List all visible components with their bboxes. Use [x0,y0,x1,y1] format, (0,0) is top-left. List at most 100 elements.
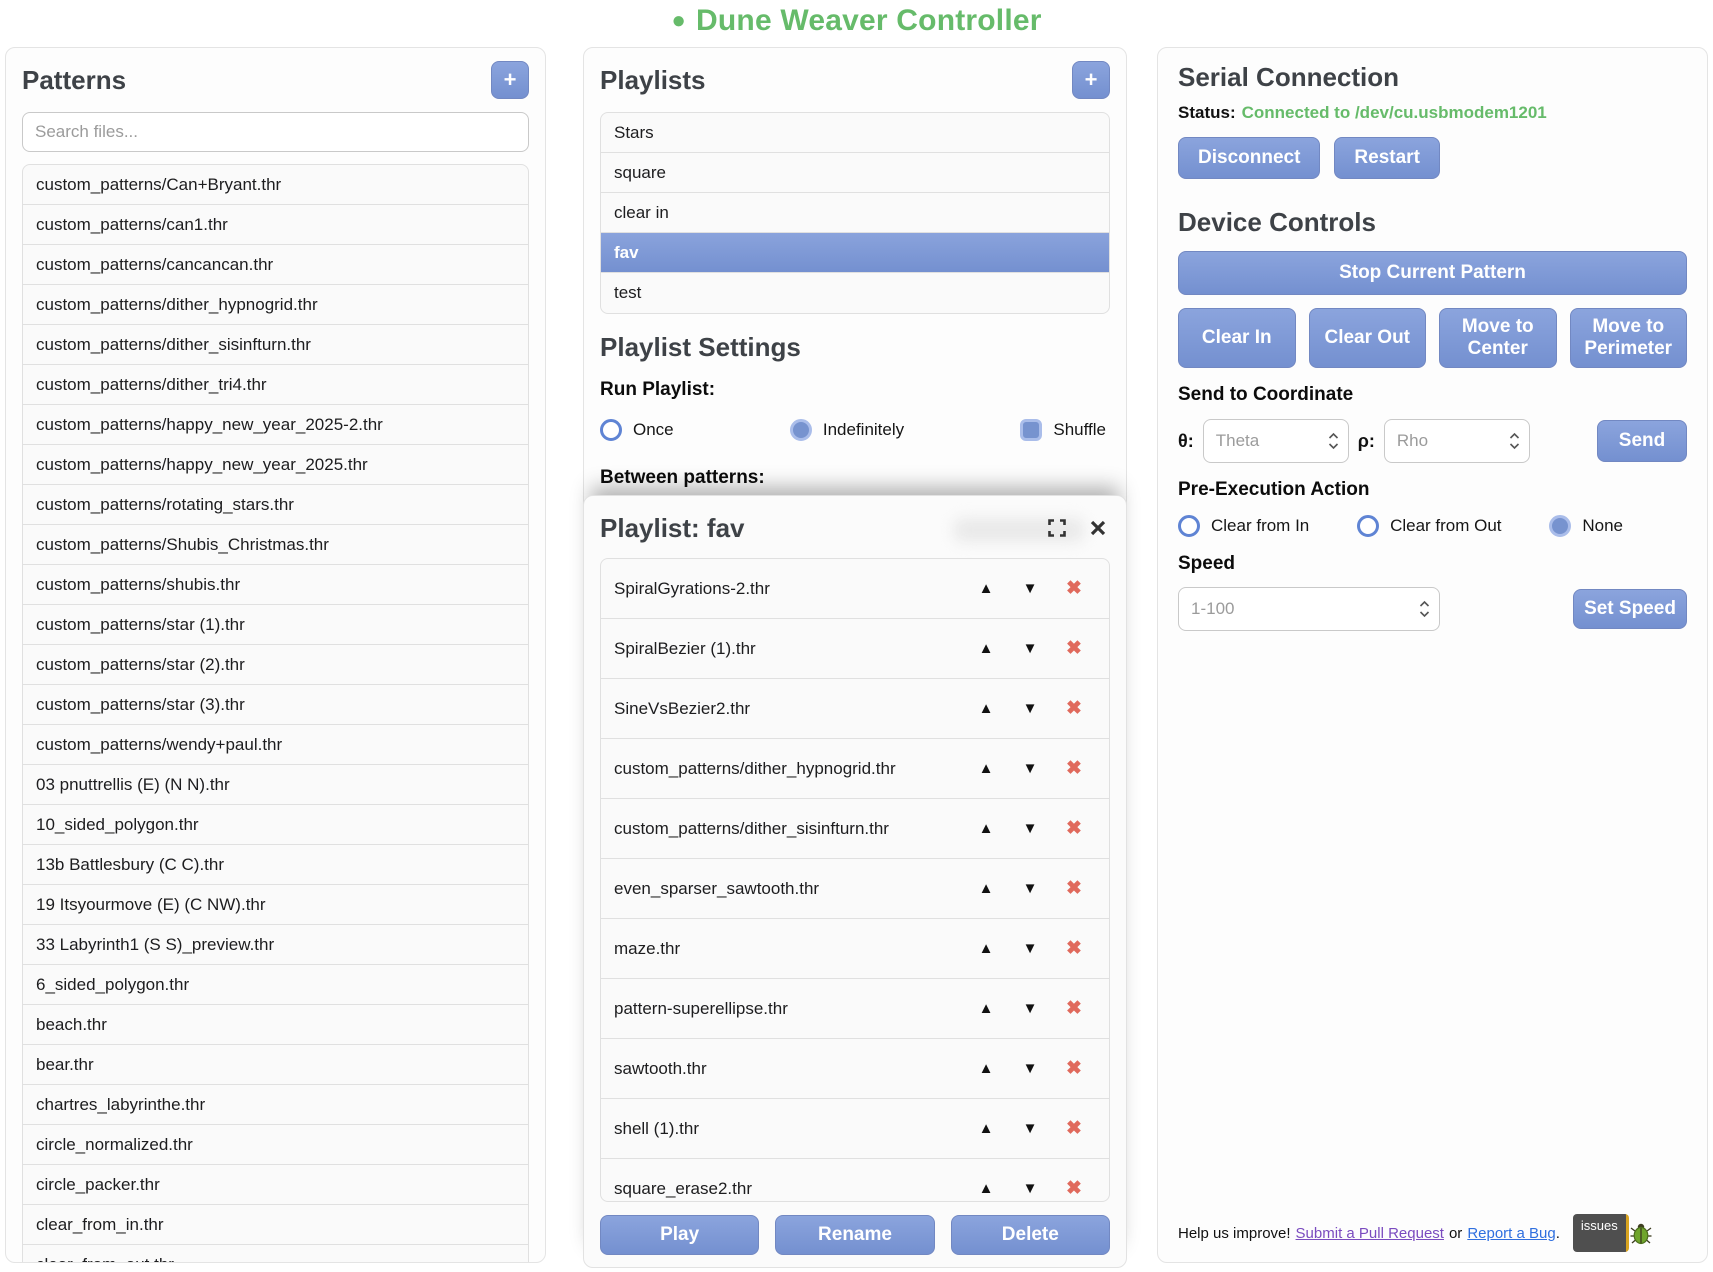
playlist-row[interactable]: fav [601,233,1109,273]
search-input[interactable] [22,112,529,152]
pattern-file-row[interactable]: custom_patterns/happy_new_year_2025-2.th… [23,405,528,445]
playlist-row[interactable]: square [601,153,1109,193]
playlist-item-row[interactable]: maze.thr ▲ ▼ ✖ [601,919,1109,979]
playlist-item-row[interactable]: pattern-superellipse.thr ▲ ▼ ✖ [601,979,1109,1039]
move-to-perimeter-button[interactable]: Move to Perimeter [1570,308,1688,368]
theta-stepper[interactable] [1328,433,1339,450]
radio-checked-icon[interactable] [1549,515,1571,537]
rho-stepper[interactable] [1509,433,1520,450]
playlist-item-row[interactable]: SineVsBezier2.thr ▲ ▼ ✖ [601,679,1109,739]
radio-unchecked-icon[interactable] [1178,515,1200,537]
pattern-file-row[interactable]: circle_packer.thr [23,1165,528,1205]
clear-from-in-option[interactable]: Clear from In [1178,515,1309,537]
playlist-row[interactable]: clear in [601,193,1109,233]
rename-button[interactable]: Rename [775,1215,934,1255]
pattern-file-row[interactable]: custom_patterns/dither_tri4.thr [23,365,528,405]
speed-stepper[interactable] [1419,601,1430,618]
radio-checked-icon[interactable] [790,419,812,441]
run-indefinitely-option[interactable]: Indefinitely [790,419,904,441]
shuffle-option[interactable]: Shuffle [1020,419,1106,441]
checkbox-checked-icon[interactable] [1020,419,1042,441]
move-up-button[interactable]: ▲ [964,879,1008,898]
move-up-button[interactable]: ▲ [964,819,1008,838]
playlist-item-row[interactable]: SpiralGyrations-2.thr ▲ ▼ ✖ [601,559,1109,619]
pattern-file-row[interactable]: custom_patterns/star (2).thr [23,645,528,685]
pattern-file-row[interactable]: 6_sided_polygon.thr [23,965,528,1005]
pattern-file-row[interactable]: bear.thr [23,1045,528,1085]
add-pattern-button[interactable]: + [491,61,529,99]
move-down-button[interactable]: ▼ [1008,1179,1052,1198]
move-up-button[interactable]: ▲ [964,1059,1008,1078]
send-button[interactable]: Send [1597,420,1687,462]
playlist-item-row[interactable]: square_erase2.thr ▲ ▼ ✖ [601,1159,1109,1202]
move-up-button[interactable]: ▲ [964,999,1008,1018]
radio-unchecked-icon[interactable] [600,419,622,441]
playlist-row[interactable]: Stars [601,113,1109,153]
pattern-file-row[interactable]: custom_patterns/dither_sisinfturn.thr [23,325,528,365]
remove-item-button[interactable]: ✖ [1052,876,1096,901]
move-down-button[interactable]: ▼ [1008,819,1052,838]
move-down-button[interactable]: ▼ [1008,759,1052,778]
issues-badge[interactable]: issues 12 open [1573,1214,1629,1252]
play-button[interactable]: Play [600,1215,759,1255]
remove-item-button[interactable]: ✖ [1052,576,1096,601]
move-up-button[interactable]: ▲ [964,579,1008,598]
move-down-button[interactable]: ▼ [1008,939,1052,958]
move-up-button[interactable]: ▲ [964,639,1008,658]
remove-item-button[interactable]: ✖ [1052,936,1096,961]
run-once-option[interactable]: Once [600,419,674,441]
remove-item-button[interactable]: ✖ [1052,1056,1096,1081]
pattern-file-row[interactable]: 03 pnuttrellis (E) (N N).thr [23,765,528,805]
clear-from-out-option[interactable]: Clear from Out [1357,515,1501,537]
none-option[interactable]: None [1549,515,1623,537]
pattern-file-row[interactable]: custom_patterns/star (3).thr [23,685,528,725]
move-down-button[interactable]: ▼ [1008,1119,1052,1138]
delete-button[interactable]: Delete [951,1215,1110,1255]
disconnect-button[interactable]: Disconnect [1178,137,1320,179]
pattern-file-row[interactable]: custom_patterns/dither_hypnogrid.thr [23,285,528,325]
move-down-button[interactable]: ▼ [1008,579,1052,598]
playlist-item-row[interactable]: shell (1).thr ▲ ▼ ✖ [601,1099,1109,1159]
move-up-button[interactable]: ▲ [964,939,1008,958]
pattern-file-row[interactable]: custom_patterns/star (1).thr [23,605,528,645]
move-down-button[interactable]: ▼ [1008,879,1052,898]
move-up-button[interactable]: ▲ [964,1119,1008,1138]
submit-pull-request-link[interactable]: Submit a Pull Request [1296,1225,1444,1242]
pattern-file-row[interactable]: circle_normalized.thr [23,1125,528,1165]
playlist-item-row[interactable]: sawtooth.thr ▲ ▼ ✖ [601,1039,1109,1099]
pattern-file-row[interactable]: beach.thr [23,1005,528,1045]
playlist-item-row[interactable]: SpiralBezier (1).thr ▲ ▼ ✖ [601,619,1109,679]
restart-button[interactable]: Restart [1334,137,1439,179]
playlist-item-row[interactable]: custom_patterns/dither_hypnogrid.thr ▲ ▼… [601,739,1109,799]
move-up-button[interactable]: ▲ [964,699,1008,718]
pattern-file-row[interactable]: custom_patterns/wendy+paul.thr [23,725,528,765]
pattern-file-row[interactable]: chartres_labyrinthe.thr [23,1085,528,1125]
pattern-file-row[interactable]: clear_from_in.thr [23,1205,528,1245]
clear-out-button[interactable]: Clear Out [1309,308,1427,368]
remove-item-button[interactable]: ✖ [1052,1176,1096,1201]
move-down-button[interactable]: ▼ [1008,1059,1052,1078]
pattern-file-row[interactable]: 13b Battlesbury (C C).thr [23,845,528,885]
pattern-file-row[interactable]: 10_sided_polygon.thr [23,805,528,845]
speed-input[interactable] [1178,587,1440,631]
move-to-center-button[interactable]: Move to Center [1439,308,1557,368]
move-up-button[interactable]: ▲ [964,1179,1008,1198]
move-up-button[interactable]: ▲ [964,759,1008,778]
move-down-button[interactable]: ▼ [1008,639,1052,658]
remove-item-button[interactable]: ✖ [1052,636,1096,661]
pattern-file-row[interactable]: 19 Itsyourmove (E) (C NW).thr [23,885,528,925]
pattern-file-row[interactable]: custom_patterns/Shubis_Christmas.thr [23,525,528,565]
move-down-button[interactable]: ▼ [1008,999,1052,1018]
remove-item-button[interactable]: ✖ [1052,816,1096,841]
remove-item-button[interactable]: ✖ [1052,996,1096,1021]
clear-in-button[interactable]: Clear In [1178,308,1296,368]
remove-item-button[interactable]: ✖ [1052,756,1096,781]
pattern-file-row[interactable]: custom_patterns/Can+Bryant.thr [23,165,528,205]
move-down-button[interactable]: ▼ [1008,699,1052,718]
remove-item-button[interactable]: ✖ [1052,696,1096,721]
pattern-file-row[interactable]: custom_patterns/cancancan.thr [23,245,528,285]
pattern-file-row[interactable]: custom_patterns/happy_new_year_2025.thr [23,445,528,485]
stop-current-pattern-button[interactable]: Stop Current Pattern [1178,251,1687,295]
pattern-file-row[interactable]: custom_patterns/can1.thr [23,205,528,245]
report-a-bug-link[interactable]: Report a Bug [1467,1225,1555,1242]
